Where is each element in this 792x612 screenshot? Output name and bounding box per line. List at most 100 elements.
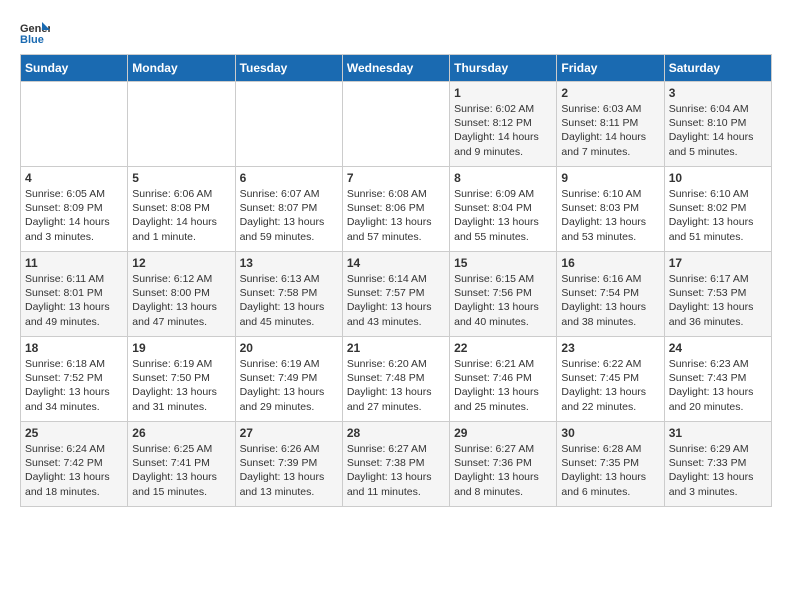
- day-info: Sunrise: 6:27 AM Sunset: 7:38 PM Dayligh…: [347, 442, 445, 499]
- calendar-header-row: SundayMondayTuesdayWednesdayThursdayFrid…: [21, 55, 772, 82]
- calendar-cell: 20Sunrise: 6:19 AM Sunset: 7:49 PM Dayli…: [235, 337, 342, 422]
- calendar-cell: 11Sunrise: 6:11 AM Sunset: 8:01 PM Dayli…: [21, 252, 128, 337]
- day-number: 9: [561, 171, 659, 185]
- day-info: Sunrise: 6:14 AM Sunset: 7:57 PM Dayligh…: [347, 272, 445, 329]
- day-info: Sunrise: 6:08 AM Sunset: 8:06 PM Dayligh…: [347, 187, 445, 244]
- page-header: General Blue: [20, 20, 772, 44]
- day-info: Sunrise: 6:17 AM Sunset: 7:53 PM Dayligh…: [669, 272, 767, 329]
- day-number: 28: [347, 426, 445, 440]
- day-info: Sunrise: 6:25 AM Sunset: 7:41 PM Dayligh…: [132, 442, 230, 499]
- calendar-week-row: 18Sunrise: 6:18 AM Sunset: 7:52 PM Dayli…: [21, 337, 772, 422]
- calendar-cell: 4 Sunrise: 6:05 AM Sunset: 8:09 PM Daylig…: [21, 167, 128, 252]
- day-info: Sunrise: 6:09 AM Sunset: 8:04 PM Dayligh…: [454, 187, 552, 244]
- day-number: 30: [561, 426, 659, 440]
- day-number: 21: [347, 341, 445, 355]
- day-number: 12: [132, 256, 230, 270]
- day-number: 16: [561, 256, 659, 270]
- calendar-cell: 8 Sunrise: 6:09 AM Sunset: 8:04 PM Daylig…: [450, 167, 557, 252]
- calendar-cell: 5 Sunrise: 6:06 AM Sunset: 8:08 PM Daylig…: [128, 167, 235, 252]
- weekday-header: Sunday: [21, 55, 128, 82]
- day-info: Sunrise: 6:10 AM Sunset: 8:02 PM Dayligh…: [669, 187, 767, 244]
- weekday-header: Tuesday: [235, 55, 342, 82]
- day-number: 3: [669, 86, 767, 100]
- calendar-cell: 22 Sunrise: 6:21 AM Sunset: 7:46 PM Dayli…: [450, 337, 557, 422]
- calendar-cell: 23 Sunrise: 6:22 AM Sunset: 7:45 PM Dayli…: [557, 337, 664, 422]
- day-number: 23: [561, 341, 659, 355]
- calendar-cell: 30 Sunrise: 6:28 AM Sunset: 7:35 PM Dayli…: [557, 422, 664, 507]
- day-number: 15: [454, 256, 552, 270]
- day-info: Sunrise: 6:22 AM Sunset: 7:45 PM Dayligh…: [561, 357, 659, 414]
- day-info: Sunrise: 6:10 AM Sunset: 8:03 PM Dayligh…: [561, 187, 659, 244]
- day-info: Sunrise: 6:02 AM Sunset: 8:12 PM Dayligh…: [454, 102, 552, 159]
- calendar-week-row: 11Sunrise: 6:11 AM Sunset: 8:01 PM Dayli…: [21, 252, 772, 337]
- day-number: 31: [669, 426, 767, 440]
- day-info: Sunrise: 6:24 AM Sunset: 7:42 PM Dayligh…: [25, 442, 123, 499]
- calendar-cell: 16 Sunrise: 6:16 AM Sunset: 7:54 PM Dayli…: [557, 252, 664, 337]
- day-info: Sunrise: 6:27 AM Sunset: 7:36 PM Dayligh…: [454, 442, 552, 499]
- day-info: Sunrise: 6:04 AM Sunset: 8:10 PM Dayligh…: [669, 102, 767, 159]
- calendar-cell: 18Sunrise: 6:18 AM Sunset: 7:52 PM Dayli…: [21, 337, 128, 422]
- day-info: Sunrise: 6:05 AM Sunset: 8:09 PM Dayligh…: [25, 187, 123, 244]
- calendar-cell: 25 Sunrise: 6:24 AM Sunset: 7:42 PM Dayli…: [21, 422, 128, 507]
- day-info: Sunrise: 6:21 AM Sunset: 7:46 PM Dayligh…: [454, 357, 552, 414]
- svg-text:Blue: Blue: [20, 34, 44, 44]
- day-info: Sunrise: 6:16 AM Sunset: 7:54 PM Dayligh…: [561, 272, 659, 329]
- weekday-header: Friday: [557, 55, 664, 82]
- calendar-cell: [342, 82, 449, 167]
- day-number: 4: [25, 171, 123, 185]
- calendar-cell: [21, 82, 128, 167]
- day-number: 5: [132, 171, 230, 185]
- calendar-cell: 2 Sunrise: 6:03 AM Sunset: 8:11 PM Daylig…: [557, 82, 664, 167]
- day-number: 8: [454, 171, 552, 185]
- day-number: 27: [240, 426, 338, 440]
- day-info: Sunrise: 6:15 AM Sunset: 7:56 PM Dayligh…: [454, 272, 552, 329]
- calendar-cell: 29Sunrise: 6:27 AM Sunset: 7:36 PM Dayli…: [450, 422, 557, 507]
- day-info: Sunrise: 6:26 AM Sunset: 7:39 PM Dayligh…: [240, 442, 338, 499]
- calendar-cell: 9 Sunrise: 6:10 AM Sunset: 8:03 PM Daylig…: [557, 167, 664, 252]
- weekday-header: Thursday: [450, 55, 557, 82]
- calendar-cell: 28 Sunrise: 6:27 AM Sunset: 7:38 PM Dayli…: [342, 422, 449, 507]
- calendar-cell: 13 Sunrise: 6:13 AM Sunset: 7:58 PM Dayli…: [235, 252, 342, 337]
- day-info: Sunrise: 6:07 AM Sunset: 8:07 PM Dayligh…: [240, 187, 338, 244]
- day-number: 17: [669, 256, 767, 270]
- calendar-cell: 6 Sunrise: 6:07 AM Sunset: 8:07 PM Daylig…: [235, 167, 342, 252]
- calendar-cell: 27 Sunrise: 6:26 AM Sunset: 7:39 PM Dayli…: [235, 422, 342, 507]
- day-number: 25: [25, 426, 123, 440]
- day-info: Sunrise: 6:28 AM Sunset: 7:35 PM Dayligh…: [561, 442, 659, 499]
- calendar-cell: 24 Sunrise: 6:23 AM Sunset: 7:43 PM Dayli…: [664, 337, 771, 422]
- calendar-cell: 1Sunrise: 6:02 AM Sunset: 8:12 PM Daylig…: [450, 82, 557, 167]
- day-number: 6: [240, 171, 338, 185]
- calendar-cell: 26 Sunrise: 6:25 AM Sunset: 7:41 PM Dayli…: [128, 422, 235, 507]
- calendar-cell: 12Sunrise: 6:12 AM Sunset: 8:00 PM Dayli…: [128, 252, 235, 337]
- calendar-cell: 15 Sunrise: 6:15 AM Sunset: 7:56 PM Dayli…: [450, 252, 557, 337]
- day-info: Sunrise: 6:20 AM Sunset: 7:48 PM Dayligh…: [347, 357, 445, 414]
- day-number: 14: [347, 256, 445, 270]
- calendar-cell: 7Sunrise: 6:08 AM Sunset: 8:06 PM Daylig…: [342, 167, 449, 252]
- day-number: 19: [132, 341, 230, 355]
- day-number: 10: [669, 171, 767, 185]
- day-info: Sunrise: 6:13 AM Sunset: 7:58 PM Dayligh…: [240, 272, 338, 329]
- calendar-week-row: 25 Sunrise: 6:24 AM Sunset: 7:42 PM Dayli…: [21, 422, 772, 507]
- day-number: 20: [240, 341, 338, 355]
- day-number: 18: [25, 341, 123, 355]
- day-number: 22: [454, 341, 552, 355]
- day-number: 2: [561, 86, 659, 100]
- day-info: Sunrise: 6:03 AM Sunset: 8:11 PM Dayligh…: [561, 102, 659, 159]
- weekday-header: Saturday: [664, 55, 771, 82]
- weekday-header: Wednesday: [342, 55, 449, 82]
- day-number: 13: [240, 256, 338, 270]
- day-info: Sunrise: 6:23 AM Sunset: 7:43 PM Dayligh…: [669, 357, 767, 414]
- calendar-cell: 3 Sunrise: 6:04 AM Sunset: 8:10 PM Daylig…: [664, 82, 771, 167]
- day-number: 24: [669, 341, 767, 355]
- calendar-body: 1Sunrise: 6:02 AM Sunset: 8:12 PM Daylig…: [21, 82, 772, 507]
- calendar-cell: 17 Sunrise: 6:17 AM Sunset: 7:53 PM Dayli…: [664, 252, 771, 337]
- calendar-cell: 19Sunrise: 6:19 AM Sunset: 7:50 PM Dayli…: [128, 337, 235, 422]
- calendar-cell: 31Sunrise: 6:29 AM Sunset: 7:33 PM Dayli…: [664, 422, 771, 507]
- day-number: 26: [132, 426, 230, 440]
- calendar-cell: 14 Sunrise: 6:14 AM Sunset: 7:57 PM Dayli…: [342, 252, 449, 337]
- logo-icon: General Blue: [20, 20, 50, 44]
- calendar-cell: 10 Sunrise: 6:10 AM Sunset: 8:02 PM Dayli…: [664, 167, 771, 252]
- calendar-cell: [128, 82, 235, 167]
- calendar-week-row: 1Sunrise: 6:02 AM Sunset: 8:12 PM Daylig…: [21, 82, 772, 167]
- day-info: Sunrise: 6:06 AM Sunset: 8:08 PM Dayligh…: [132, 187, 230, 244]
